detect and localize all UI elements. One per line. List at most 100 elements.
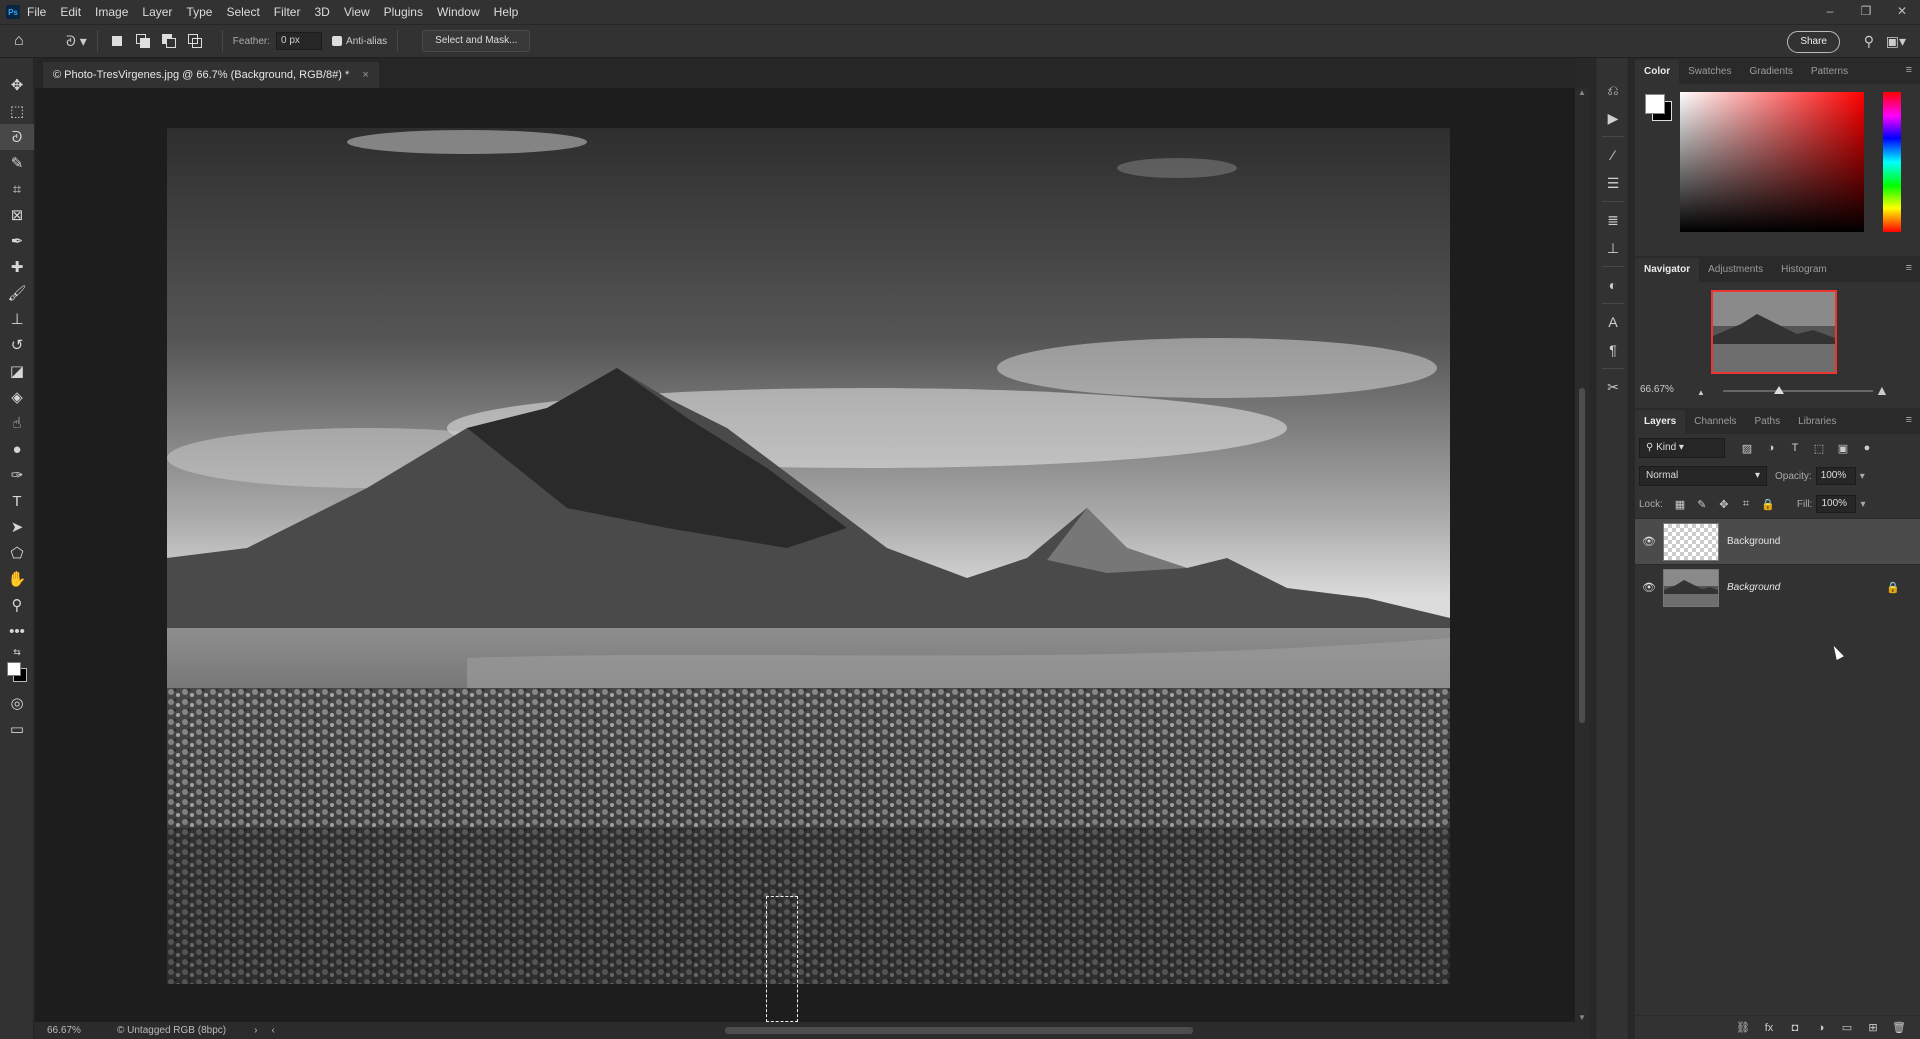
panel-menu-icon[interactable]: ≡ [1906,64,1912,76]
filter-toggle-icon[interactable]: ● [1855,442,1879,455]
shape-tool-icon[interactable]: ⬠ [0,540,34,566]
vertical-scroll-thumb[interactable] [1579,388,1585,723]
menu-3d[interactable]: 3D [307,0,336,24]
opacity-input[interactable]: 100% [1815,467,1856,485]
tab-layers[interactable]: Layers [1635,410,1686,434]
layer-filter-kind-select[interactable]: ⚲ Kind ▾ [1639,438,1725,458]
history-icon[interactable]: ⎌ [1596,76,1630,104]
horizontal-scroll-thumb[interactable] [725,1027,1193,1034]
zoom-out-icon[interactable]: ▲ [1697,388,1705,397]
type-tool-icon[interactable]: T [0,488,34,514]
layer-thumbnail[interactable] [1663,522,1719,561]
path-select-tool-icon[interactable]: ➤ [0,514,34,540]
lasso-preset-icon[interactable]: ᘑ ▾ [66,33,87,50]
filter-smart-object-icon[interactable]: ▣ [1831,442,1855,455]
smudge-tool-icon[interactable]: ☝ [0,410,34,436]
document-tab[interactable]: © Photo-TresVirgenes.jpg @ 66.7% (Backgr… [43,62,379,88]
adjustment-layer-icon[interactable]: ◑ [1808,1022,1834,1034]
add-mask-icon[interactable]: ◘ [1782,1022,1808,1034]
styles-icon[interactable]: ◐ [1596,271,1630,299]
menu-view[interactable]: View [337,0,377,24]
hand-tool-icon[interactable]: ✋ [0,566,34,592]
menu-image[interactable]: Image [88,0,135,24]
tab-libraries[interactable]: Libraries [1789,410,1845,434]
blend-mode-select[interactable]: Normal ▾ [1639,466,1767,486]
tab-adjustments[interactable]: Adjustments [1699,258,1772,282]
navigator-zoom-slider[interactable] [1723,390,1873,392]
lock-transparent-icon[interactable]: ▦ [1669,498,1691,511]
crop-tool-icon[interactable]: ⌗ [0,176,34,202]
menu-help[interactable]: Help [487,0,526,24]
tab-swatches[interactable]: Swatches [1679,60,1740,84]
tab-navigator[interactable]: Navigator [1635,258,1700,282]
workspace-icon[interactable]: ▣▾ [1886,33,1906,50]
tab-channels[interactable]: Channels [1685,410,1745,434]
share-button[interactable]: Share [1787,31,1840,53]
feather-input[interactable]: 0 px [276,32,323,50]
menu-file[interactable]: File [20,0,53,24]
restore-button[interactable]: ❐ [1848,0,1884,24]
lock-image-icon[interactable]: ✎ [1691,498,1713,511]
scroll-down-icon[interactable]: ▼ [1578,1013,1586,1022]
scroll-left-icon[interactable]: ‹ [271,1025,274,1036]
lock-position-icon[interactable]: ✥ [1713,498,1735,511]
move-tool-icon[interactable]: ✥ [0,72,34,98]
document-canvas-image[interactable] [167,128,1450,984]
tab-paths[interactable]: Paths [1746,410,1790,434]
history-brush-tool-icon[interactable]: ↺ [0,332,34,358]
layer-name[interactable]: Background [1727,582,1780,593]
toolbar-grip[interactable] [0,58,33,72]
close-window-button[interactable]: ✕ [1884,0,1920,24]
eyedropper-tool-icon[interactable]: ✒ [0,228,34,254]
status-zoom[interactable]: 66.67% [47,1025,107,1036]
tool-presets-icon[interactable]: ✂ [1596,373,1630,401]
more-tools-icon[interactable]: ••• [0,618,34,644]
brush-settings-icon[interactable]: ⁄ [1596,141,1630,169]
panel-menu-icon[interactable]: ≡ [1906,262,1912,274]
lock-artboard-icon[interactable]: ⌗ [1735,498,1757,511]
brush-tool-icon[interactable]: 🖌 [0,280,34,306]
tab-gradients[interactable]: Gradients [1740,60,1801,84]
opacity-dropdown-icon[interactable]: ▾ [1860,471,1865,482]
tab-color[interactable]: Color [1635,60,1680,84]
layer-lock-icon[interactable]: 🔒 [1886,581,1900,594]
intersect-selection-icon[interactable] [186,32,204,50]
eraser-tool-icon[interactable]: ◪ [0,358,34,384]
menu-layer[interactable]: Layer [135,0,179,24]
filter-adjustment-icon[interactable]: ◑ [1759,442,1783,455]
foreground-color-swatch[interactable] [7,662,21,676]
quick-select-tool-icon[interactable]: ✎ [0,150,34,176]
filter-pixel-icon[interactable]: ▨ [1735,442,1759,455]
home-icon[interactable]: ⌂ [14,32,44,50]
hue-slider[interactable] [1883,92,1901,232]
scroll-up-icon[interactable]: ▲ [1578,88,1586,97]
properties-icon[interactable]: ≣ [1596,206,1630,234]
tab-histogram[interactable]: Histogram [1772,258,1836,282]
navigator-preview[interactable] [1711,290,1837,374]
fill-dropdown-icon[interactable]: ▾ [1860,499,1865,510]
frame-tool-icon[interactable]: ⊠ [0,202,34,228]
filter-shape-icon[interactable]: ⬚ [1807,442,1831,455]
healing-brush-tool-icon[interactable]: ✚ [0,254,34,280]
visibility-eye-icon[interactable]: 👁 [1635,581,1663,594]
subtract-selection-icon[interactable] [160,32,178,50]
menu-filter[interactable]: Filter [267,0,308,24]
paint-bucket-tool-icon[interactable]: ◈ [0,384,34,410]
new-group-icon[interactable]: ▭ [1834,1021,1860,1034]
screen-mode-icon[interactable]: ▭ [0,716,34,742]
color-swatches[interactable] [0,660,34,690]
paragraph-icon[interactable]: ¶ [1596,336,1630,364]
clone-stamp-tool-icon[interactable]: ⊥ [0,306,34,332]
menu-select[interactable]: Select [219,0,266,24]
layer-row[interactable]: 👁 Background [1635,518,1920,564]
link-layers-icon[interactable]: ⛓ [1730,1021,1756,1034]
tab-patterns[interactable]: Patterns [1802,60,1857,84]
close-tab-icon[interactable]: × [362,69,368,81]
layer-row[interactable]: 👁 Background 🔒 [1635,564,1920,610]
swap-colors-icon[interactable]: ⇆ [0,644,34,660]
new-layer-icon[interactable]: ⊞ [1860,1021,1886,1034]
canvas-area[interactable] [35,88,1575,1022]
layer-style-icon[interactable]: fx [1756,1022,1782,1034]
delete-layer-icon[interactable]: 🗑 [1886,1021,1912,1034]
new-selection-icon[interactable] [108,32,126,50]
